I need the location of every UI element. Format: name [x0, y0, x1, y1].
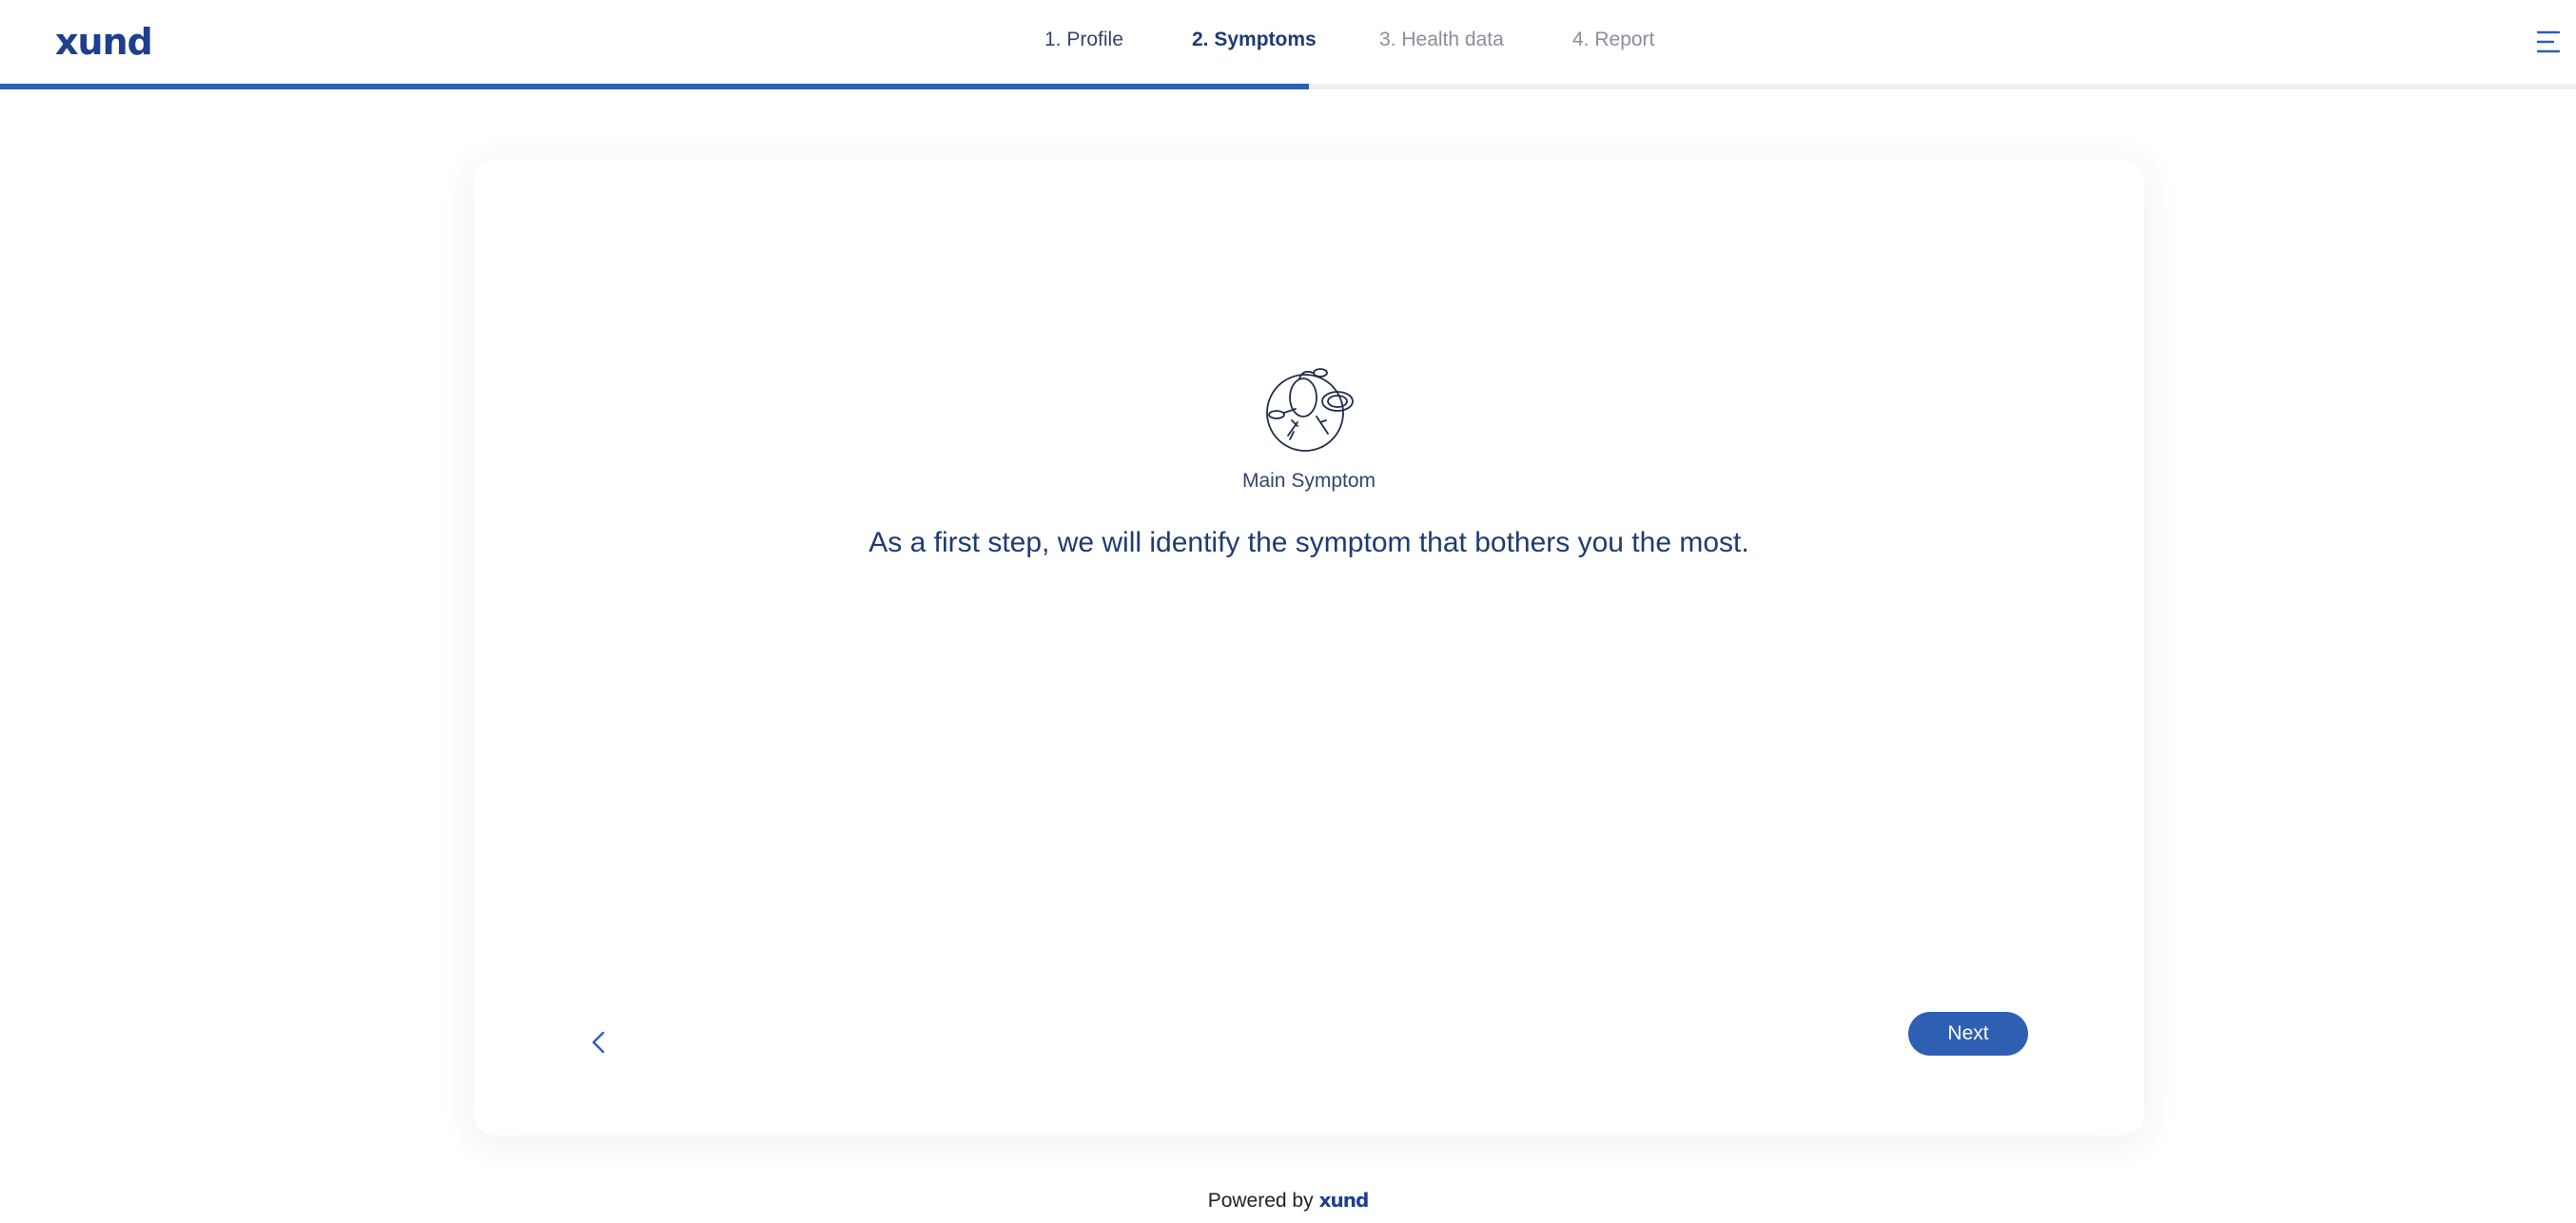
step-health-data: 3. Health data — [1379, 29, 1504, 50]
powered-by-text: Powered by — [1207, 1190, 1314, 1212]
main-card: Main Symptom As a first step, we will id… — [474, 160, 2144, 1136]
top-bar: xund 1. Profile 2. Symptoms 3. Health da… — [0, 0, 2576, 84]
footer: Powered by xund — [0, 1189, 2576, 1217]
section-label: Main Symptom — [1241, 470, 1376, 492]
step-navigation: 1. Profile 2. Symptoms 3. Health data 4.… — [0, 29, 2576, 57]
chevron-left-icon — [592, 1031, 605, 1054]
back-button[interactable] — [580, 1023, 618, 1061]
hamburger-menu-icon[interactable] — [2534, 29, 2561, 55]
progress-fill — [0, 84, 1309, 89]
step-report: 4. Report — [1572, 29, 1655, 50]
next-button[interactable]: Next — [1908, 1012, 2028, 1056]
progress-bar — [0, 84, 2576, 89]
main-symptom-illustration-icon — [1261, 359, 1356, 455]
step-profile[interactable]: 1. Profile — [1044, 29, 1123, 51]
step-symptoms[interactable]: 2. Symptoms — [1192, 29, 1317, 51]
page-headline: As a first step, we will identify the sy… — [868, 527, 1749, 558]
footer-xund-logo: xund — [1318, 1189, 1370, 1212]
